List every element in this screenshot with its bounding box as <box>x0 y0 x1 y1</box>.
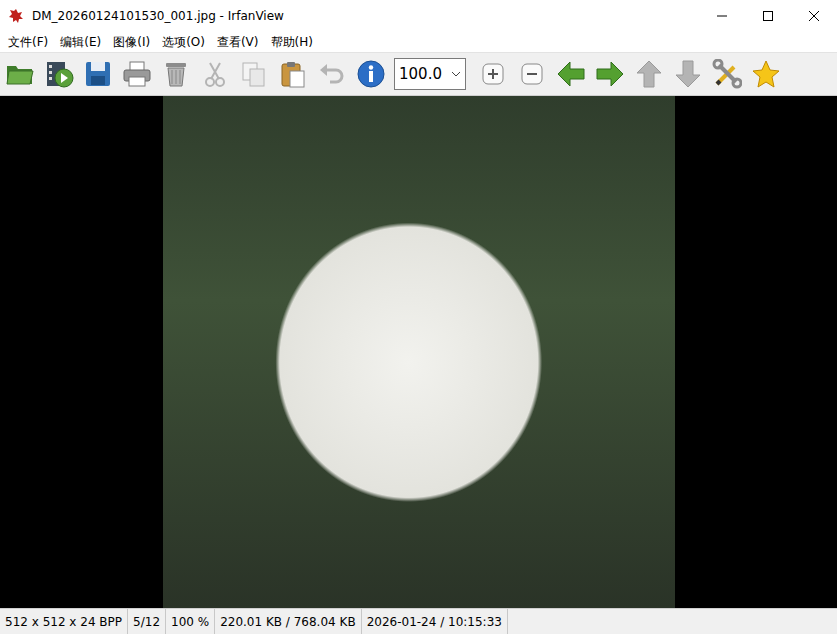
prev-button[interactable] <box>553 56 589 92</box>
close-icon <box>809 11 819 21</box>
close-button[interactable] <box>791 0 837 32</box>
paste-icon <box>278 59 308 89</box>
copy-icon <box>239 59 269 89</box>
chevron-down-icon <box>451 71 461 77</box>
zoomout-icon <box>517 59 547 89</box>
menu-item[interactable]: 选项(O) <box>156 33 211 51</box>
app-icon <box>8 8 24 24</box>
save-icon <box>83 59 113 89</box>
status-cell: 220.01 KB / 768.04 KB <box>215 609 361 634</box>
status-bar: 512 x 512 x 24 BPP5/12100 %220.01 KB / 7… <box>0 608 837 634</box>
copy-button <box>236 56 272 92</box>
open-icon <box>5 59 35 89</box>
slideshow-button[interactable] <box>41 56 77 92</box>
menu-item[interactable]: 编辑(E) <box>54 33 107 51</box>
next-icon <box>595 59 625 89</box>
info-icon <box>356 59 386 89</box>
status-cell: 100 % <box>166 609 215 634</box>
zoomin-button[interactable] <box>475 56 511 92</box>
minimize-button[interactable] <box>699 0 745 32</box>
irfanview-window: DM_20260124101530_001.jpg - IrfanView 文件(… <box>0 0 837 634</box>
undo-button <box>314 56 350 92</box>
menu-item[interactable]: 文件(F) <box>2 33 54 51</box>
title-bar: DM_20260124101530_001.jpg - IrfanView <box>0 0 837 32</box>
status-cell: 2026-01-24 / 10:15:33 <box>362 609 508 634</box>
down-icon <box>673 59 703 89</box>
cut-icon <box>200 59 230 89</box>
open-button[interactable] <box>2 56 38 92</box>
zoom-field[interactable]: 100.0 <box>394 58 466 90</box>
menu-item[interactable]: 帮助(H) <box>265 33 319 51</box>
settings-icon <box>712 59 742 89</box>
menu-item[interactable]: 图像(I) <box>107 33 156 51</box>
star-button[interactable] <box>748 56 784 92</box>
minimize-icon <box>717 11 727 21</box>
down-button <box>670 56 706 92</box>
toolbar: 100.0 <box>0 52 837 96</box>
menu-bar: 文件(F)编辑(E)图像(I)选项(O)查看(V)帮助(H) <box>0 32 837 52</box>
print-button[interactable] <box>119 56 155 92</box>
paste-button[interactable] <box>275 56 311 92</box>
delete-icon <box>161 59 191 89</box>
status-cell: 512 x 512 x 24 BPP <box>0 609 128 634</box>
delete-button[interactable] <box>158 56 194 92</box>
print-icon <box>122 59 152 89</box>
prev-icon <box>556 59 586 89</box>
up-icon <box>634 59 664 89</box>
image-area <box>0 96 837 608</box>
maximize-icon <box>763 11 773 21</box>
window-title: DM_20260124101530_001.jpg - IrfanView <box>24 9 699 23</box>
save-button[interactable] <box>80 56 116 92</box>
slideshow-icon <box>44 59 74 89</box>
info-button[interactable] <box>353 56 389 92</box>
star-icon <box>751 59 781 89</box>
zoomin-icon <box>478 59 508 89</box>
next-button[interactable] <box>592 56 628 92</box>
panda-photo <box>163 96 675 608</box>
zoomout-button[interactable] <box>514 56 550 92</box>
settings-button[interactable] <box>709 56 745 92</box>
maximize-button[interactable] <box>745 0 791 32</box>
menu-item[interactable]: 查看(V) <box>211 33 265 51</box>
cut-button <box>197 56 233 92</box>
status-cell: 5/12 <box>128 609 166 634</box>
undo-icon <box>317 59 347 89</box>
up-button <box>631 56 667 92</box>
